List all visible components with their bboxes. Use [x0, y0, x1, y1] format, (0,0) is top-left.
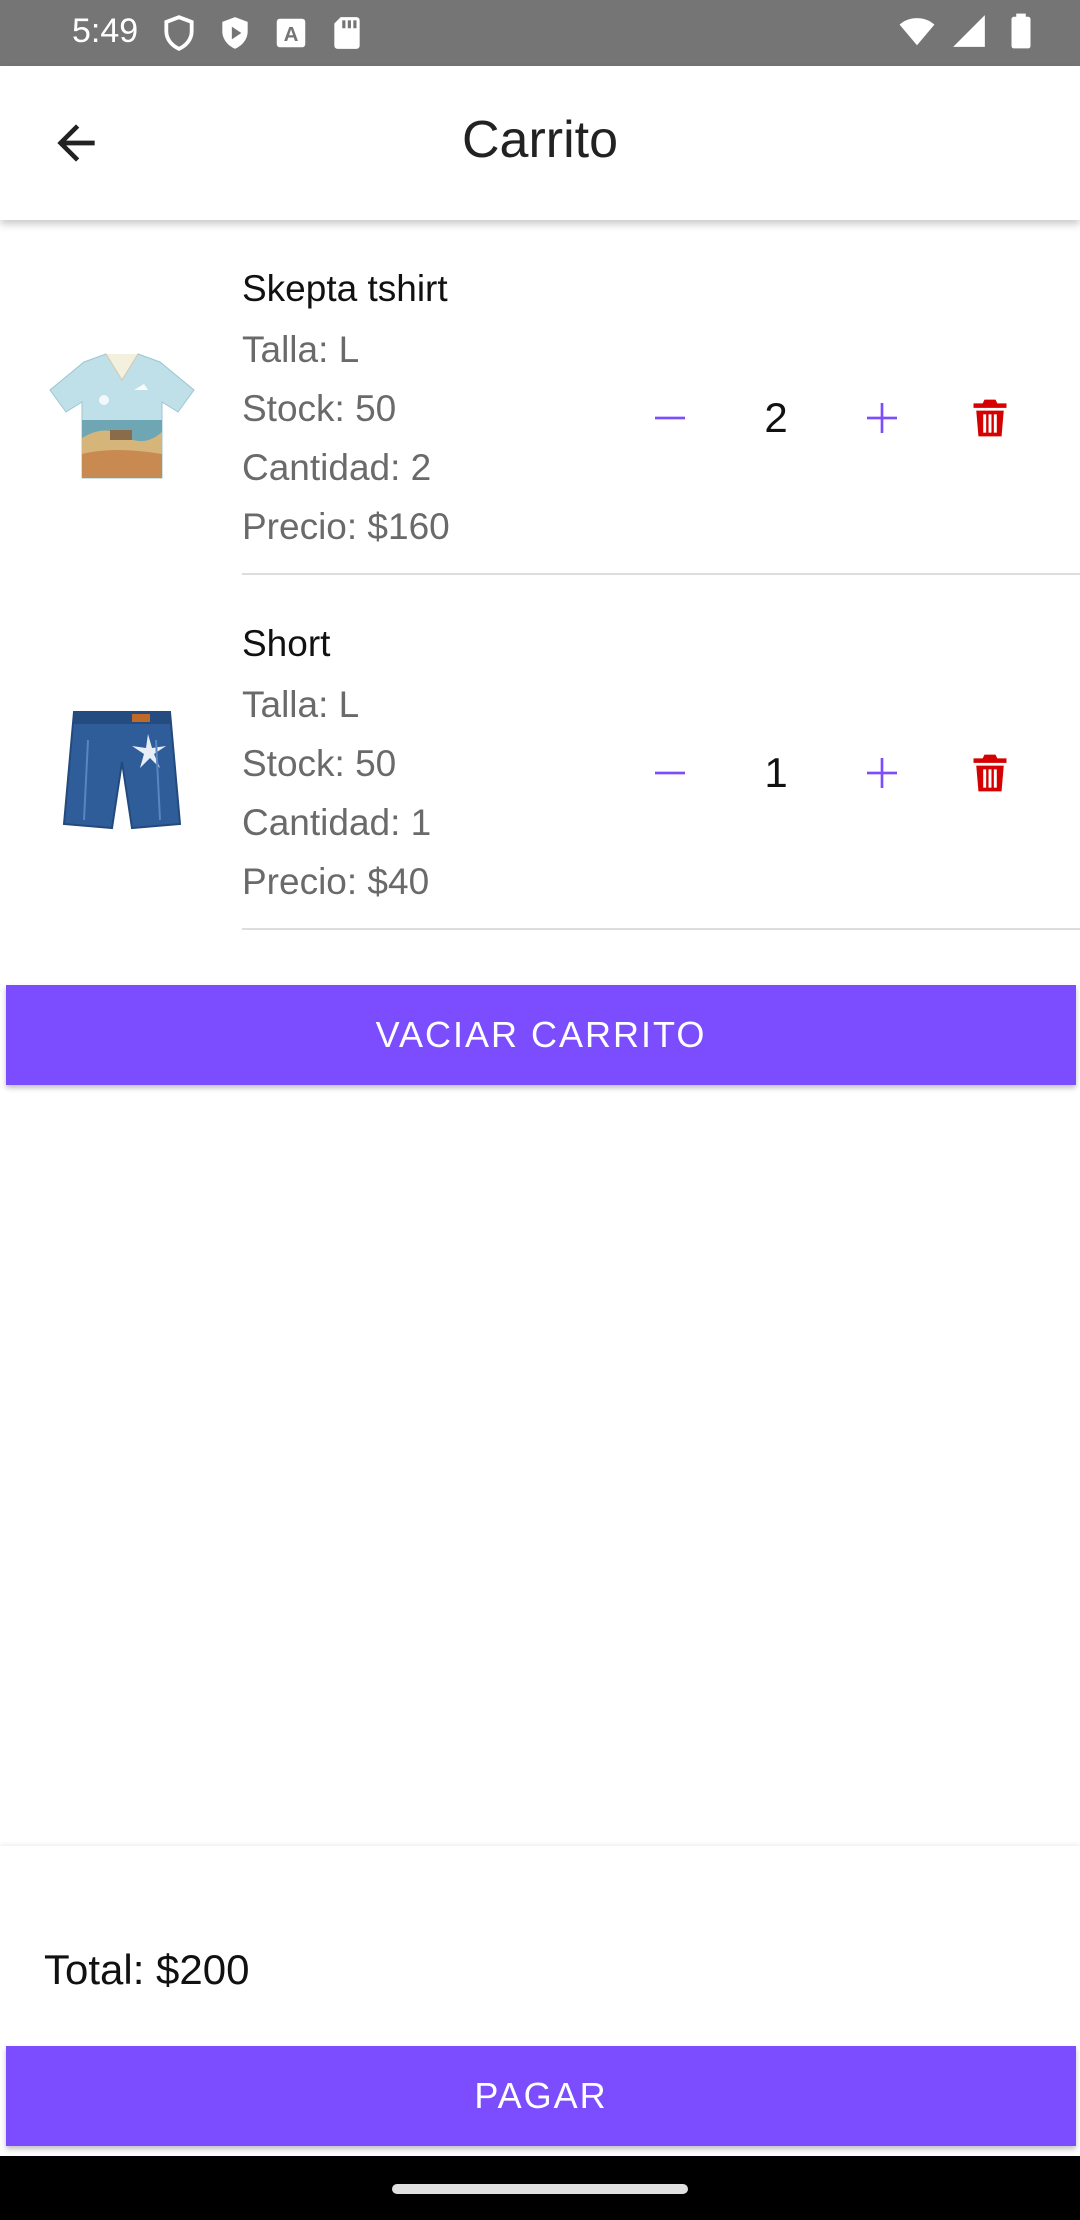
navigation-bar — [0, 2156, 1080, 2220]
item-quantity-label: Cantidad: 1 — [242, 802, 432, 843]
a-icon: A — [276, 18, 306, 48]
status-bar: 5:49 A — [0, 0, 1080, 66]
sd-card-icon — [334, 17, 360, 49]
item-quantity-label: Cantidad: 2 — [242, 447, 432, 488]
item-stock: Stock: 50 — [242, 388, 397, 429]
increment-button[interactable] — [832, 733, 932, 813]
plus-icon — [867, 403, 897, 433]
status-icons-right — [898, 12, 1040, 50]
minus-icon — [655, 416, 685, 420]
trash-icon — [973, 754, 1007, 792]
cart-item: Skepta tshirt Talla: L Stock: 50 Cantida… — [0, 220, 1080, 575]
quantity-value: 1 — [764, 749, 788, 796]
item-price: Precio: $160 — [242, 506, 450, 547]
item-name: Short — [242, 623, 331, 664]
status-time: 5:49 — [72, 12, 139, 50]
shield-icon — [164, 15, 194, 51]
item-size: Talla: L — [242, 684, 360, 725]
item-divider — [242, 928, 1080, 930]
item-size: Talla: L — [242, 329, 360, 370]
total-label: Total: $200 — [44, 1946, 250, 1993]
pay-button[interactable]: PAGAR — [6, 2046, 1076, 2146]
item-price: Precio: $40 — [242, 861, 430, 902]
increment-button[interactable] — [832, 378, 932, 458]
page-title: Carrito — [461, 111, 619, 169]
quantity-stepper: 1 — [620, 733, 1060, 813]
item-stock: Stock: 50 — [242, 743, 397, 784]
delete-button[interactable] — [940, 733, 1040, 813]
cart-item: Short Talla: L Stock: 50 Cantidad: 1 Pre… — [0, 575, 1080, 930]
decrement-button[interactable] — [620, 733, 720, 813]
empty-cart-button[interactable]: VACIAR CARRITO — [6, 985, 1076, 1085]
decrement-button[interactable] — [620, 378, 720, 458]
plus-icon — [867, 758, 897, 788]
item-details: Short Talla: L Stock: 50 Cantidad: 1 Pre… — [242, 625, 431, 900]
shirt-image — [49, 353, 195, 479]
item-details: Skepta tshirt Talla: L Stock: 50 Cantida… — [242, 270, 450, 545]
quantity-stepper: 2 — [620, 378, 1060, 458]
signal-icon — [953, 15, 985, 47]
checkout-panel: Total: $200 PAGAR — [0, 1846, 1080, 2156]
item-name: Skepta tshirt — [242, 268, 448, 309]
minus-icon — [655, 771, 685, 775]
battery-icon — [1011, 13, 1031, 49]
status-icons-left: A — [160, 14, 366, 52]
quantity-value: 2 — [764, 394, 788, 441]
cart-list: Skepta tshirt Talla: L Stock: 50 Cantida… — [0, 220, 1080, 930]
app-bar: Carrito — [0, 66, 1080, 220]
trash-icon — [973, 399, 1007, 437]
wifi-icon — [899, 18, 935, 46]
svg-text:A: A — [284, 23, 299, 46]
shorts-image — [62, 711, 182, 830]
delete-button[interactable] — [940, 378, 1040, 458]
play-icon — [222, 17, 248, 49]
home-gesture-handle[interactable] — [392, 2184, 688, 2194]
